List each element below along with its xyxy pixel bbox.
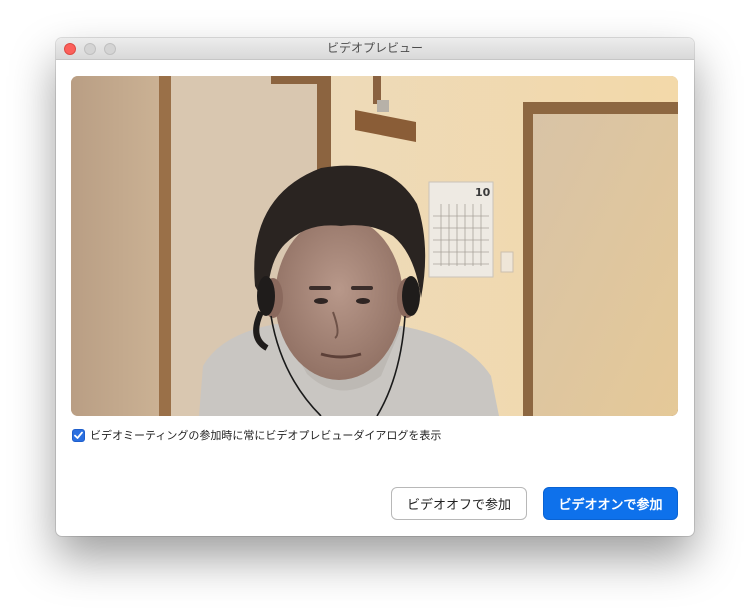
join-video-on-button[interactable]: ビデオオンで参加 [543, 487, 678, 520]
window-title: ビデオプレビュー [326, 41, 423, 55]
always-show-preview-checkbox[interactable] [72, 428, 85, 442]
always-show-preview-label: ビデオミーティングの参加時に常にビデオプレビューダイアログを表示 [90, 429, 442, 442]
title-bar: ビデオプレビュー [56, 38, 694, 60]
join-video-off-button[interactable]: ビデオオフで参加 [391, 487, 527, 520]
video-preview-window: ビデオプレビュー 10 ビデオミーティングの参加時に常にビデオプレビューダイアロ… [56, 38, 694, 536]
always-show-preview-option[interactable]: ビデオミーティングの参加時に常にビデオプレビューダイアログを表示 [72, 427, 441, 443]
camera-preview-image: 10 [71, 76, 678, 416]
calendar-month: 10 [475, 186, 491, 199]
camera-preview: 10 [71, 76, 678, 416]
checkmark-icon [74, 431, 83, 439]
